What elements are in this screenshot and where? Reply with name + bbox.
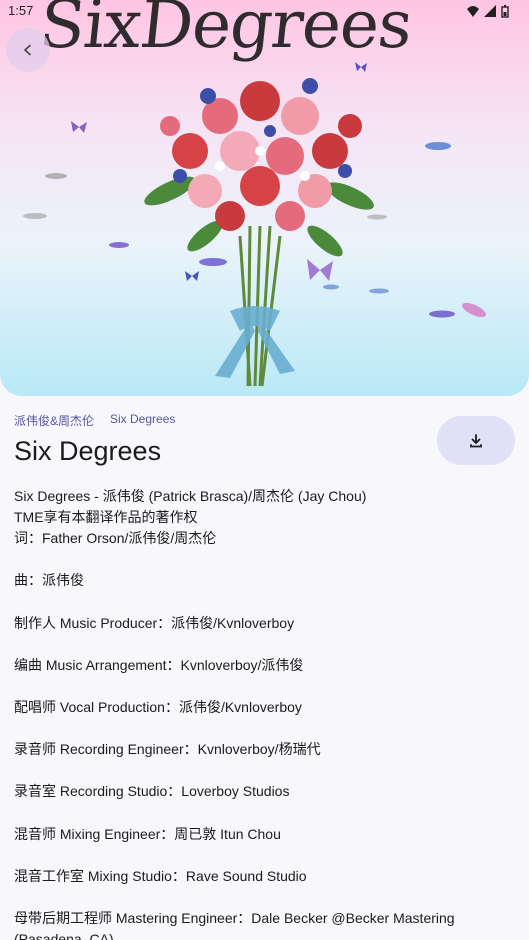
lyric-spacer xyxy=(14,802,514,823)
lyric-line: 编曲 Music Arrangement：Kvnloverboy/派伟俊 xyxy=(14,656,304,673)
lyric-line: 录音室 Recording Studio：Loverboy Studios xyxy=(14,783,290,800)
petal-icon xyxy=(462,302,486,318)
song-details: 派伟俊&周杰伦 Six Degrees Six Degrees Six Degr… xyxy=(0,396,529,940)
petal-icon xyxy=(323,284,339,290)
signal-icon xyxy=(484,5,496,17)
butterfly-icon xyxy=(355,62,367,72)
lyric-spacer xyxy=(14,887,514,908)
album-link[interactable]: Six Degrees xyxy=(110,412,175,429)
chevron-left-icon xyxy=(24,44,31,56)
back-button[interactable] xyxy=(6,28,50,72)
lyric-line: 曲：派伟俊 xyxy=(14,572,84,589)
petal-icon xyxy=(23,213,47,219)
lyric-line: 混音师 Mixing Engineer：周已敦 Itun Chou xyxy=(14,825,281,842)
battery-icon xyxy=(501,5,509,18)
lyric-line: TME享有本翻译作品的著作权 xyxy=(14,509,198,526)
lyric-line: 母带后期工程师 Mastering Engineer：Dale Becker @… xyxy=(14,909,455,940)
download-button[interactable] xyxy=(437,416,515,465)
lyric-line: Six Degrees - 派伟俊 (Patrick Brasca)/周杰伦 (… xyxy=(14,488,367,504)
lyric-spacer xyxy=(14,549,514,570)
petal-icon xyxy=(367,214,387,220)
lyric-spacer xyxy=(14,718,514,739)
lyric-line: 制作人 Music Producer：派伟俊/Kvnloverboy xyxy=(14,614,295,631)
petal-icon xyxy=(109,242,129,248)
album-cover: SixDegrees xyxy=(0,0,529,396)
lyric-spacer xyxy=(14,760,514,781)
wifi-icon xyxy=(467,6,479,17)
butterfly-icon xyxy=(71,121,87,133)
lyrics-text: Six Degrees - 派伟俊 (Patrick Brasca)/周杰伦 (… xyxy=(14,486,514,940)
song-title: Six Degrees xyxy=(14,436,162,466)
status-time: 1:57 xyxy=(8,3,34,18)
petal-icon xyxy=(369,288,389,294)
lyric-spacer xyxy=(14,634,514,655)
status-icons xyxy=(467,5,509,18)
lyric-line: 混音工作室 Mixing Studio：Rave Sound Studio xyxy=(14,867,307,884)
download-icon xyxy=(470,433,482,447)
butterfly-icon xyxy=(185,271,199,281)
lyric-line: 词：Father Orson/派伟俊/周杰伦 xyxy=(14,530,217,547)
lyric-line: 录音师 Recording Engineer：Kvnloverboy/杨瑞代 xyxy=(14,741,321,758)
lyric-spacer xyxy=(14,845,514,866)
lyric-spacer xyxy=(14,591,514,612)
status-bar: 1:57 xyxy=(0,0,529,24)
song-meta: 派伟俊&周杰伦 Six Degrees xyxy=(14,412,175,429)
lyric-spacer xyxy=(14,676,514,697)
flower-bouquet-art xyxy=(144,78,374,387)
petal-icon xyxy=(425,142,451,150)
petal-icon xyxy=(199,258,227,266)
lyric-line: 配唱师 Vocal Production：派伟俊/Kvnloverboy xyxy=(14,698,302,715)
petal-icon xyxy=(45,173,67,179)
petal-icon xyxy=(429,310,455,318)
butterfly-icon xyxy=(307,259,333,281)
artist-link[interactable]: 派伟俊&周杰伦 xyxy=(14,412,94,429)
